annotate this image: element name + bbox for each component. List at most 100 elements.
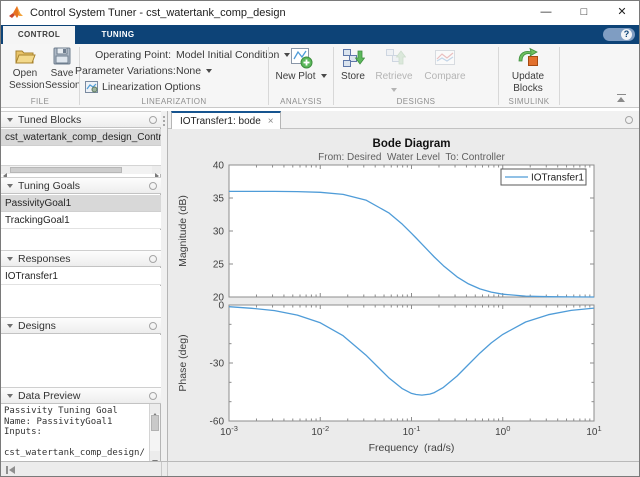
save-session-button[interactable]: Save Session — [45, 47, 81, 91]
parameter-variations-value[interactable]: None — [176, 65, 201, 77]
tabbar-menu-icon[interactable] — [625, 116, 633, 124]
x-tick-label: 10-2 — [311, 424, 329, 438]
minimize-ribbon-button[interactable] — [616, 94, 627, 102]
bode-plot-svg: Bode Diagram From: Desired Water Level To… — [177, 138, 602, 454]
tuning-goal-item[interactable]: TrackingGoal1 — [1, 212, 161, 229]
parameter-variations-label: Parameter Variations: — [75, 65, 176, 77]
preview-line: Name: PassivityGoal1 — [4, 416, 113, 427]
retrieve-button: Retrieve — [371, 47, 417, 96]
scroll-right-icon[interactable] — [152, 166, 161, 179]
sidebar: Tuned Blocks cst_watertank_comp_design_C… — [1, 111, 161, 464]
x-axis-label: Frequency (rad/s) — [369, 442, 455, 454]
y-tick-label: 35 — [213, 194, 225, 205]
designs-empty — [1, 335, 161, 387]
panel-header-tuning-goals[interactable]: Tuning Goals — [1, 177, 161, 194]
tuning-goal-item[interactable]: PassivityGoal1 — [1, 195, 161, 212]
chevron-down-icon[interactable] — [206, 69, 213, 73]
linearization-section-label: LINEARIZATION — [141, 97, 207, 106]
sidebar-splitter[interactable] — [161, 111, 168, 461]
chevron-down-icon — [391, 87, 397, 92]
open-folder-icon — [15, 50, 36, 64]
strip-divider — [161, 462, 168, 476]
simulink-section-label: SIMULINK — [508, 97, 550, 106]
x-tick-label: 10-3 — [220, 424, 238, 438]
store-button[interactable]: Store — [337, 47, 369, 83]
tab-control-system[interactable]: CONTROL SYSTEM — [3, 26, 75, 57]
scroll-thumb[interactable] — [10, 167, 122, 173]
close-button[interactable]: ✕ — [603, 1, 639, 25]
scroll-up-icon[interactable] — [150, 404, 160, 417]
y-tick-label: 0 — [218, 301, 224, 312]
x-tick-label: 10-1 — [403, 424, 421, 438]
update-blocks-icon — [518, 47, 538, 66]
ribbon: Open Session Save Session FILE Operating… — [1, 44, 639, 108]
data-preview-text: Passivity Tuning Goal Name: PassivityGoa… — [1, 404, 149, 461]
scroll-left-icon[interactable] — [1, 166, 10, 179]
plot-subtitle: From: Desired Water Level To: Controller — [318, 152, 505, 163]
panel-header-designs[interactable]: Designs — [1, 317, 161, 334]
document-tab-label: IOTransfer1: bode — [180, 115, 261, 127]
store-icon — [343, 49, 365, 67]
collapse-triangle-icon[interactable] — [7, 183, 13, 188]
operating-point-row[interactable]: Operating Point: Model Initial Condition — [75, 48, 291, 62]
linearization-options-label: Linearization Options — [102, 81, 201, 93]
store-label: Store — [341, 71, 365, 82]
y-tick-label: 25 — [213, 260, 225, 271]
panel-title: Responses — [18, 252, 71, 265]
collapse-triangle-icon[interactable] — [7, 323, 13, 328]
linearization-options-icon — [85, 81, 98, 93]
new-plot-button[interactable]: New Plot — [273, 47, 329, 83]
panel-title: Designs — [18, 319, 56, 332]
go-to-first-icon[interactable] — [6, 466, 16, 474]
panel-menu-icon[interactable] — [149, 254, 157, 263]
panel-title: Tuned Blocks — [18, 113, 82, 126]
update-blocks-button[interactable]: Update Blocks — [502, 47, 554, 94]
parameter-variations-row[interactable]: Parameter Variations: None — [75, 64, 213, 78]
preview-line: cst_watertank_comp_design/ — [4, 448, 145, 458]
collapse-triangle-icon[interactable] — [7, 393, 13, 398]
panel-header-tuned-blocks[interactable]: Tuned Blocks — [1, 111, 161, 128]
preview-line: Inputs: — [4, 427, 42, 437]
y-tick-label: 40 — [213, 161, 225, 172]
minimize-button[interactable]: — — [527, 1, 565, 25]
responses-empty — [1, 286, 161, 317]
open-session-button[interactable]: Open Session — [9, 47, 45, 91]
close-tab-icon[interactable]: × — [268, 114, 274, 129]
control-system-tuner-window: Control System Tuner - cst_watertank_com… — [0, 0, 640, 477]
triangle-up-icon — [617, 97, 625, 102]
document-tab-iotransfer1-bode[interactable]: IOTransfer1: bode × — [171, 111, 281, 129]
analysis-section-label: ANALYSIS — [280, 97, 322, 106]
window-controls: — □ ✕ — [527, 1, 639, 25]
data-preview-vscrollbar[interactable] — [149, 404, 160, 464]
panel-menu-icon[interactable] — [149, 181, 157, 190]
panel-menu-icon[interactable] — [149, 391, 157, 400]
panel-menu-icon[interactable] — [149, 115, 157, 124]
panel-header-data-preview[interactable]: Data Preview — [1, 387, 161, 404]
compare-button: Compare — [419, 47, 471, 83]
x-tick-label: 100 — [495, 424, 510, 438]
retrieve-icon — [386, 49, 406, 65]
chevron-down-icon — [320, 74, 327, 79]
scroll-thumb[interactable] — [151, 415, 159, 431]
tab-tuning[interactable]: TUNING — [97, 26, 139, 44]
collapse-triangle-icon[interactable] — [7, 256, 13, 261]
designs-section-label: DESIGNS — [396, 97, 436, 106]
maximize-button[interactable]: □ — [565, 1, 603, 25]
tuned-blocks-hscrollbar[interactable] — [1, 165, 161, 179]
document-tab-bar: IOTransfer1: bode × — [168, 111, 639, 129]
collapse-triangle-icon[interactable] — [7, 117, 13, 122]
panel-menu-icon[interactable] — [149, 321, 157, 330]
panel-header-responses[interactable]: Responses — [1, 250, 161, 267]
y-tick-label: -30 — [210, 359, 225, 370]
operating-point-value[interactable]: Model Initial Condition — [176, 49, 279, 61]
plot-title: Bode Diagram — [373, 138, 451, 150]
help-button[interactable]: ? — [603, 28, 635, 41]
response-item[interactable]: IOTransfer1 — [1, 268, 161, 285]
scroll-down-icon[interactable] — [150, 451, 160, 464]
tuned-blocks-empty — [1, 146, 161, 165]
tuned-block-item[interactable]: cst_watertank_comp_design_Controller — [1, 129, 161, 146]
plot-legend[interactable]: IOTransfer1 — [500, 168, 587, 186]
linearization-options-button[interactable]: Linearization Options — [85, 80, 201, 94]
y-axis-label: Phase (deg) — [177, 334, 189, 391]
minimize-ribbon-icon — [617, 94, 626, 95]
